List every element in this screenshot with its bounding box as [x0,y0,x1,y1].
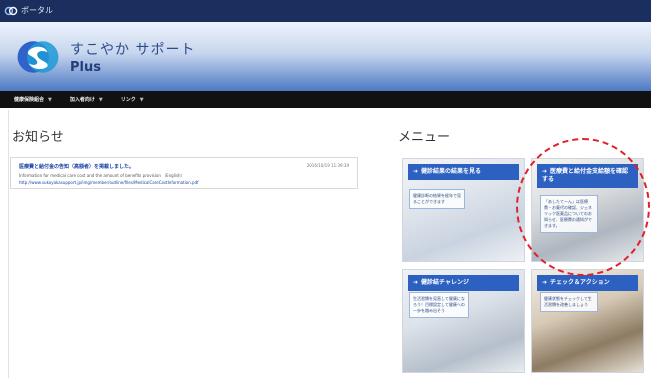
news-item: 医療費と給付金の告知（高額者）を掲載しました。 2016/10/19 11:39… [10,157,358,189]
tile-label-text: チェック＆アクション [550,279,610,286]
tile-label: ➜ チェック＆アクション [537,275,638,291]
brand-sub: Plus [70,59,101,75]
tile-description: 生活習慣を見直して健康になろう！目標設定して健康への一歩を踏み出そう [409,292,469,318]
arrow-right-icon: ➜ [413,168,419,175]
arrow-right-icon: ➜ [542,168,548,175]
nav-item-3[interactable]: リンク ▼ [120,96,144,104]
nav-item-label: リンク [120,97,136,103]
tile-description: 健康診断の結果を経年で見ることができます [409,189,465,209]
nav-item-2[interactable]: 加入者向け ▼ [69,96,103,104]
brand: すこやか サポート Plus [70,39,195,75]
tile-description: 健康状態をチェックして生活習慣を改善しましょう [540,292,598,312]
site-header: すこやか サポート Plus [0,22,651,91]
menu-tile-checkup-results[interactable]: ➜ 健診結果の結果を見る 健康診断の結果を経年で見ることができます [402,158,525,262]
divider [8,110,9,378]
portal-topbar: ポータル [0,0,651,22]
tile-label-text: 医療費と給付金支給額を確認する [542,168,629,183]
tile-label: ➜ 医療費と給付金支給額を確認する [537,164,638,188]
portal-logo-icon [4,6,18,16]
chevron-down-icon: ▼ [139,96,144,103]
tile-label-text: 健診結果の結果を見る [421,168,482,175]
news-section-title: お知らせ [12,130,64,145]
news-url-link[interactable]: http://www.sukoyakasupport.jp/img/member… [19,180,349,185]
chevron-down-icon: ▼ [48,96,52,103]
menu-section-title: メニュー [398,130,451,145]
arrow-right-icon: ➜ [413,279,419,286]
tile-description: 「あしたてーん」は医療費・お薬代の確認、ジェネリック医薬品についてのお知らせ、医… [540,195,598,233]
chevron-down-icon: ▼ [98,96,103,103]
menu-tile-medical-costs[interactable]: ➜ 医療費と給付金支給額を確認する 「あしたてーん」は医療費・お薬代の確認、ジェネ… [531,158,644,262]
tile-label-text: 健診結チャレンジ [421,279,469,286]
nav-item-1[interactable]: 健康保険組合 ▼ [14,96,52,104]
news-headline-link[interactable]: 医療費と給付金の告知（高額者）を掲載しました。 [19,163,349,170]
menu-tile-check-action[interactable]: ➜ チェック＆アクション 健康状態をチェックして生活習慣を改善しましょう [531,269,644,373]
nav-item-label: 加入者向け [69,97,95,103]
brand-name: すこやか サポート [70,41,196,58]
main-nav: 健康保険組合 ▼ 加入者向け ▼ リンク ▼ [0,91,651,108]
arrow-right-icon: ➜ [542,279,548,286]
news-description: Information for medical care cost and th… [19,173,185,178]
site-logo-icon[interactable] [14,35,62,79]
tile-label: ➜ 健診結果の結果を見る [408,164,519,180]
menu-tile-challenge[interactable]: ➜ 健診結チャレンジ 生活習慣を見直して健康になろう！目標設定して健康への一歩を踏… [402,269,525,373]
nav-item-label: 健康保険組合 [14,97,45,103]
news-date: 2016/10/19 11:39:39 [306,163,349,168]
tile-label: ➜ 健診結チャレンジ [408,275,519,291]
topbar-title: ポータル [21,6,53,15]
